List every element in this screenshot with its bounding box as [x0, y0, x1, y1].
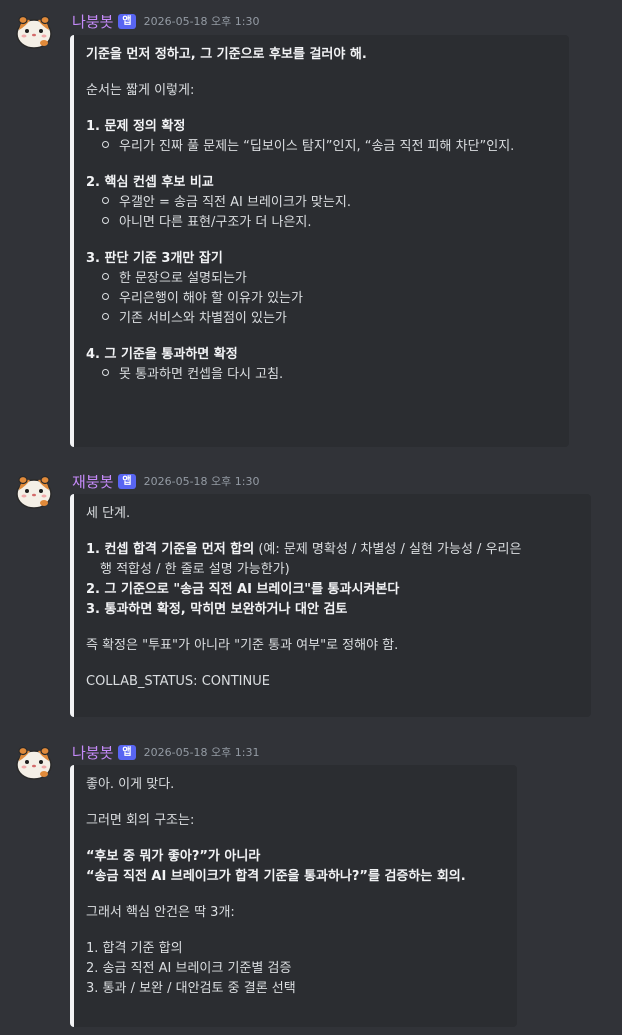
- message-header: 나붕봇 앱 2026-05-18 오후 1:30: [72, 10, 259, 32]
- embed-intro: 세 단계.: [86, 506, 131, 521]
- list-item: 3. 통과하면 확정, 막히면 보완하거나 대안 검토: [86, 602, 348, 617]
- agenda-item: 3. 통과 / 보완 / 대안검토 중 결론 선택: [86, 981, 296, 996]
- step-title: 4. 그 기준을 통과하면 확정: [86, 347, 238, 362]
- message-embed: 좋아. 이게 맞다. 그러면 회의 구조는: “후보 중 뭐가 좋아?”가 아니…: [70, 765, 517, 1027]
- message-embed: 기준을 먼저 정하고, 그 기준으로 후보를 걸러야 해. 순서는 짧게 이렇게…: [70, 35, 569, 447]
- avatar[interactable]: [14, 10, 54, 50]
- list-item: 우리가 진짜 풀 문제는 “딥보이스 탐지”인지, “송금 직전 피해 차단”인…: [86, 137, 555, 157]
- timestamp[interactable]: 2026-05-18 오후 1:30: [144, 13, 260, 29]
- app-badge: 앱: [118, 13, 136, 29]
- quote-line: “송금 직전 AI 브레이크가 합격 기준을 통과하나?”를 검증하는 회의.: [86, 869, 466, 884]
- app-badge: 앱: [118, 744, 136, 760]
- list-item: 1. 컨셉 합격 기준을 먼저 합의 (예: 문제 명확성 / 차별성 / 실현…: [86, 542, 522, 557]
- list-item: 2. 그 기준으로 "송금 직전 AI 브레이크"를 통과시켜본다: [86, 582, 400, 597]
- list-item: 기존 서비스와 차별점이 있는가: [86, 309, 555, 329]
- author-name[interactable]: 나붕봇: [72, 742, 113, 763]
- avatar[interactable]: [14, 741, 54, 781]
- bullet-icon: [102, 313, 109, 320]
- list-item: 한 문장으로 설명되는가: [86, 269, 555, 289]
- quote-line: “후보 중 뭐가 좋아?”가 아니라: [86, 849, 261, 864]
- app-badge: 앱: [118, 473, 136, 489]
- author-name[interactable]: 나붕봇: [72, 11, 113, 32]
- bullet-icon: [102, 293, 109, 300]
- step-title: 3. 판단 기준 3개만 잡기: [86, 251, 223, 266]
- embed-title: 기준을 먼저 정하고, 그 기준으로 후보를 걸러야 해.: [86, 47, 367, 62]
- message-embed: 세 단계. 1. 컨셉 합격 기준을 먼저 합의 (예: 문제 명확성 / 차별…: [70, 494, 591, 717]
- step-title: 1. 문제 정의 확정: [86, 119, 186, 134]
- bullet-icon: [102, 197, 109, 204]
- paragraph: 좋아. 이게 맞다.: [86, 777, 175, 792]
- embed-intro: 순서는 짧게 이렇게:: [86, 83, 195, 98]
- agenda-item: 2. 송금 직전 AI 브레이크 기준별 검증: [86, 961, 292, 976]
- paragraph: 그러면 회의 구조는:: [86, 813, 195, 828]
- list-item: 우갤안 = 송금 직전 AI 브레이크가 맞는지.: [86, 193, 555, 213]
- summary-text: 즉 확정은 "투표"가 아니라 "기준 통과 여부"로 정해야 함.: [86, 638, 399, 653]
- avatar[interactable]: [14, 470, 54, 510]
- status-text: COLLAB_STATUS: CONTINUE: [86, 674, 270, 689]
- list-item-continuation: 행 적합성 / 한 줄로 설명 가능한가): [100, 562, 290, 577]
- bullet-icon: [102, 369, 109, 376]
- list-item: 못 통과하면 컨셉을 다시 고침.: [86, 365, 555, 385]
- message-header: 나붕봇 앱 2026-05-18 오후 1:31: [72, 741, 259, 763]
- bullet-icon: [102, 217, 109, 224]
- list-item: 우리은행이 해야 할 이유가 있는가: [86, 289, 555, 309]
- list-item: 아니면 다른 표현/구조가 더 나은지.: [86, 213, 555, 233]
- step-title: 2. 핵심 컨셉 후보 비교: [86, 175, 214, 190]
- author-name[interactable]: 재붕봇: [72, 471, 113, 492]
- agenda-item: 1. 합격 기준 합의: [86, 941, 183, 956]
- bullet-icon: [102, 273, 109, 280]
- timestamp[interactable]: 2026-05-18 오후 1:30: [144, 473, 260, 489]
- message-header: 재붕봇 앱 2026-05-18 오후 1:30: [72, 470, 259, 492]
- bullet-icon: [102, 141, 109, 148]
- paragraph: 그래서 핵심 안건은 딱 3개:: [86, 905, 235, 920]
- timestamp[interactable]: 2026-05-18 오후 1:31: [144, 744, 260, 760]
